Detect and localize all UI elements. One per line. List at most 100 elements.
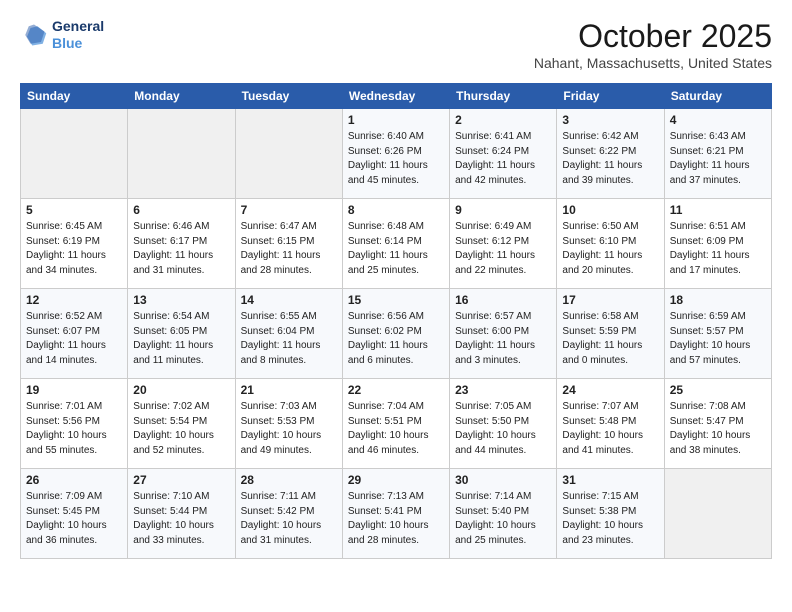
day-info: Sunrise: 6:56 AMSunset: 6:02 PMDaylight:… (348, 310, 444, 368)
header: General Blue October 2025 Nahant, Massac… (20, 18, 772, 71)
day-cell: 22 Sunrise: 7:04 AMSunset: 5:51 PMDayligh… (342, 379, 449, 469)
day-cell: 4 Sunrise: 6:43 AMSunset: 6:21 PMDaylight… (664, 109, 771, 199)
week-row-3: 12 Sunrise: 6:52 AMSunset: 6:07 PMDayligh… (21, 289, 772, 379)
day-cell: 19 Sunrise: 7:01 AMSunset: 5:56 PMDayligh… (21, 379, 128, 469)
day-cell (664, 469, 771, 559)
day-number: 14 (241, 293, 337, 307)
day-info: Sunrise: 6:40 AMSunset: 6:26 PMDaylight:… (348, 130, 444, 188)
day-number: 4 (670, 113, 766, 127)
day-info: Sunrise: 6:49 AMSunset: 6:12 PMDaylight:… (455, 220, 551, 278)
col-saturday: Saturday (664, 84, 771, 109)
location-title: Nahant, Massachusetts, United States (534, 55, 772, 71)
day-info: Sunrise: 6:54 AMSunset: 6:05 PMDaylight:… (133, 310, 229, 368)
day-number: 31 (562, 473, 658, 487)
day-cell: 18Sunrise: 6:59 AMSunset: 5:57 PMDayligh… (664, 289, 771, 379)
day-cell: 30 Sunrise: 7:14 AMSunset: 5:40 PMDayligh… (450, 469, 557, 559)
day-cell: 20 Sunrise: 7:02 AMSunset: 5:54 PMDayligh… (128, 379, 235, 469)
day-number: 20 (133, 383, 229, 397)
day-info: Sunrise: 7:03 AMSunset: 5:53 PMDaylight:… (241, 400, 337, 458)
day-cell: 24 Sunrise: 7:07 AMSunset: 5:48 PMDayligh… (557, 379, 664, 469)
day-cell: 17Sunrise: 6:58 AMSunset: 5:59 PMDayligh… (557, 289, 664, 379)
day-number: 15 (348, 293, 444, 307)
day-info: Sunrise: 7:09 AMSunset: 5:45 PMDaylight:… (26, 490, 122, 548)
day-cell: 29Sunrise: 7:13 AMSunset: 5:41 PMDayligh… (342, 469, 449, 559)
day-number: 29 (348, 473, 444, 487)
day-cell (21, 109, 128, 199)
day-cell: 8 Sunrise: 6:48 AMSunset: 6:14 PMDaylight… (342, 199, 449, 289)
logo-line1: General (52, 18, 104, 35)
day-info: Sunrise: 6:48 AMSunset: 6:14 PMDaylight:… (348, 220, 444, 278)
day-number: 19 (26, 383, 122, 397)
page: General Blue October 2025 Nahant, Massac… (0, 0, 792, 577)
day-number: 30 (455, 473, 551, 487)
day-cell: 13Sunrise: 6:54 AMSunset: 6:05 PMDayligh… (128, 289, 235, 379)
day-cell: 7Sunrise: 6:47 AMSunset: 6:15 PMDaylight… (235, 199, 342, 289)
day-cell: 9 Sunrise: 6:49 AMSunset: 6:12 PMDaylight… (450, 199, 557, 289)
col-tuesday: Tuesday (235, 84, 342, 109)
week-row-2: 5 Sunrise: 6:45 AMSunset: 6:19 PMDaylight… (21, 199, 772, 289)
logo: General Blue (20, 18, 104, 52)
day-cell: 25 Sunrise: 7:08 AMSunset: 5:47 PMDayligh… (664, 379, 771, 469)
day-cell: 26 Sunrise: 7:09 AMSunset: 5:45 PMDayligh… (21, 469, 128, 559)
day-cell: 14 Sunrise: 6:55 AMSunset: 6:04 PMDayligh… (235, 289, 342, 379)
day-info: Sunrise: 6:42 AMSunset: 6:22 PMDaylight:… (562, 130, 658, 188)
day-number: 22 (348, 383, 444, 397)
day-number: 26 (26, 473, 122, 487)
day-cell: 6Sunrise: 6:46 AMSunset: 6:17 PMDaylight… (128, 199, 235, 289)
day-cell: 10 Sunrise: 6:50 AMSunset: 6:10 PMDayligh… (557, 199, 664, 289)
day-cell: 3 Sunrise: 6:42 AMSunset: 6:22 PMDaylight… (557, 109, 664, 199)
day-number: 10 (562, 203, 658, 217)
logo-line2: Blue (52, 35, 82, 51)
day-number: 24 (562, 383, 658, 397)
day-info: Sunrise: 7:14 AMSunset: 5:40 PMDaylight:… (455, 490, 551, 548)
day-number: 8 (348, 203, 444, 217)
day-cell (128, 109, 235, 199)
week-row-4: 19 Sunrise: 7:01 AMSunset: 5:56 PMDayligh… (21, 379, 772, 469)
day-info: Sunrise: 7:04 AMSunset: 5:51 PMDaylight:… (348, 400, 444, 458)
day-cell: 5 Sunrise: 6:45 AMSunset: 6:19 PMDaylight… (21, 199, 128, 289)
day-number: 11 (670, 203, 766, 217)
day-number: 3 (562, 113, 658, 127)
day-info: Sunrise: 7:05 AMSunset: 5:50 PMDaylight:… (455, 400, 551, 458)
day-info: Sunrise: 6:57 AMSunset: 6:00 PMDaylight:… (455, 310, 551, 368)
col-wednesday: Wednesday (342, 84, 449, 109)
logo-icon (20, 21, 48, 49)
day-number: 7 (241, 203, 337, 217)
day-cell: 27Sunrise: 7:10 AMSunset: 5:44 PMDayligh… (128, 469, 235, 559)
day-number: 9 (455, 203, 551, 217)
header-row: Sunday Monday Tuesday Wednesday Thursday… (21, 84, 772, 109)
day-number: 27 (133, 473, 229, 487)
day-info: Sunrise: 6:51 AMSunset: 6:09 PMDaylight:… (670, 220, 766, 278)
day-cell: 21 Sunrise: 7:03 AMSunset: 5:53 PMDayligh… (235, 379, 342, 469)
day-number: 12 (26, 293, 122, 307)
day-info: Sunrise: 7:08 AMSunset: 5:47 PMDaylight:… (670, 400, 766, 458)
week-row-5: 26 Sunrise: 7:09 AMSunset: 5:45 PMDayligh… (21, 469, 772, 559)
day-info: Sunrise: 7:01 AMSunset: 5:56 PMDaylight:… (26, 400, 122, 458)
day-number: 25 (670, 383, 766, 397)
day-info: Sunrise: 6:52 AMSunset: 6:07 PMDaylight:… (26, 310, 122, 368)
day-info: Sunrise: 7:15 AMSunset: 5:38 PMDaylight:… (562, 490, 658, 548)
day-number: 28 (241, 473, 337, 487)
day-cell: 31 Sunrise: 7:15 AMSunset: 5:38 PMDayligh… (557, 469, 664, 559)
day-cell: 2Sunrise: 6:41 AMSunset: 6:24 PMDaylight… (450, 109, 557, 199)
col-thursday: Thursday (450, 84, 557, 109)
day-cell: 23 Sunrise: 7:05 AMSunset: 5:50 PMDayligh… (450, 379, 557, 469)
day-number: 5 (26, 203, 122, 217)
day-info: Sunrise: 7:11 AMSunset: 5:42 PMDaylight:… (241, 490, 337, 548)
day-info: Sunrise: 6:50 AMSunset: 6:10 PMDaylight:… (562, 220, 658, 278)
day-info: Sunrise: 6:46 AMSunset: 6:17 PMDaylight:… (133, 220, 229, 278)
day-number: 1 (348, 113, 444, 127)
day-info: Sunrise: 6:55 AMSunset: 6:04 PMDaylight:… (241, 310, 337, 368)
day-number: 21 (241, 383, 337, 397)
col-friday: Friday (557, 84, 664, 109)
day-info: Sunrise: 7:07 AMSunset: 5:48 PMDaylight:… (562, 400, 658, 458)
day-number: 23 (455, 383, 551, 397)
day-info: Sunrise: 6:43 AMSunset: 6:21 PMDaylight:… (670, 130, 766, 188)
day-info: Sunrise: 6:41 AMSunset: 6:24 PMDaylight:… (455, 130, 551, 188)
day-number: 16 (455, 293, 551, 307)
day-info: Sunrise: 7:02 AMSunset: 5:54 PMDaylight:… (133, 400, 229, 458)
day-info: Sunrise: 6:45 AMSunset: 6:19 PMDaylight:… (26, 220, 122, 278)
day-number: 17 (562, 293, 658, 307)
day-cell: 11 Sunrise: 6:51 AMSunset: 6:09 PMDayligh… (664, 199, 771, 289)
title-block: October 2025 Nahant, Massachusetts, Unit… (534, 18, 772, 71)
